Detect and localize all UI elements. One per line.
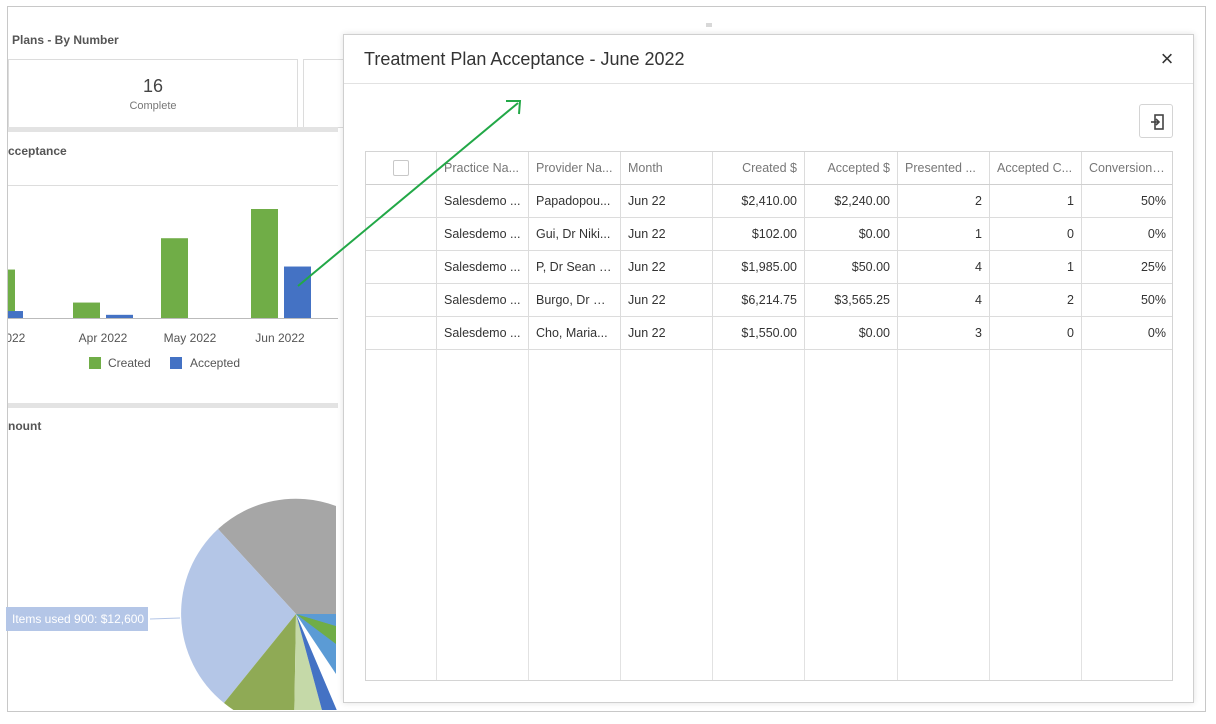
table-header-row: Practice Na... Provider Na... Month Crea… bbox=[366, 152, 1172, 185]
cell-conversion: 0% bbox=[1081, 316, 1172, 350]
table-row[interactable]: Salesdemo ... Cho, Maria... Jun 22 $1,550.0… bbox=[366, 316, 1172, 350]
cell-practice: Salesdemo ... bbox=[436, 250, 529, 284]
header-select-all[interactable] bbox=[366, 152, 437, 185]
bar-accepted-1[interactable] bbox=[106, 314, 133, 318]
x-tick-label: Apr 2022 bbox=[79, 331, 128, 345]
row-select-cell[interactable] bbox=[366, 217, 437, 251]
table-row[interactable]: Salesdemo ... Gui, Dr Niki... Jun 22 $102.0… bbox=[366, 217, 1172, 251]
header-accepted-count[interactable]: Accepted C... bbox=[989, 152, 1082, 185]
cell-month: Jun 22 bbox=[620, 250, 713, 284]
cell-provider: Gui, Dr Niki... bbox=[528, 217, 621, 251]
cell-accepted-count: 0 bbox=[989, 217, 1082, 251]
treatment-plan-modal: Treatment Plan Acceptance - June 2022 × bbox=[343, 34, 1194, 703]
cell-provider: Burgo, Dr Si... bbox=[528, 283, 621, 317]
table-row[interactable]: Salesdemo ... P, Dr Sean (... Jun 22 $1,985… bbox=[366, 250, 1172, 284]
acceptance-bar-chart: 2022 Apr 2022 May 2022 Jun 2022 bbox=[8, 185, 338, 345]
header-provider-name[interactable]: Provider Na... bbox=[528, 152, 621, 185]
close-icon[interactable]: × bbox=[1155, 47, 1179, 71]
cell-presented: 4 bbox=[897, 283, 990, 317]
cell-presented: 4 bbox=[897, 250, 990, 284]
header-month[interactable]: Month bbox=[620, 152, 713, 185]
header-created[interactable]: Created $ bbox=[712, 152, 805, 185]
legend-label-created[interactable]: Created bbox=[108, 356, 151, 370]
row-select-cell[interactable] bbox=[366, 283, 437, 317]
cell-created: $6,214.75 bbox=[712, 283, 805, 317]
modal-title: Treatment Plan Acceptance - June 2022 bbox=[364, 49, 685, 69]
cell-month: Jun 22 bbox=[620, 217, 713, 251]
row-select-cell[interactable] bbox=[366, 250, 437, 284]
header-conversion[interactable]: Conversion ... bbox=[1081, 152, 1172, 185]
header-practice-name[interactable]: Practice Na... bbox=[436, 152, 529, 185]
row-select-cell[interactable] bbox=[366, 316, 437, 350]
bar-accepted-3[interactable] bbox=[284, 266, 311, 318]
export-icon bbox=[1151, 114, 1164, 130]
cell-practice: Salesdemo ... bbox=[436, 283, 529, 317]
table-row[interactable]: Salesdemo ... Papadopou... Jun 22 $2,410.00… bbox=[366, 184, 1172, 218]
cell-created: $2,410.00 bbox=[712, 184, 805, 218]
cell-practice: Salesdemo ... bbox=[436, 316, 529, 350]
acceptance-panel-title: cceptance bbox=[8, 144, 67, 158]
x-tick-label: May 2022 bbox=[164, 331, 217, 345]
cell-conversion: 50% bbox=[1081, 184, 1172, 218]
header-presented[interactable]: Presented ... bbox=[897, 152, 990, 185]
x-tick-label: 2022 bbox=[8, 331, 26, 345]
data-table: Practice Na... Provider Na... Month Crea… bbox=[366, 152, 1172, 350]
amount-panel-title: nount bbox=[8, 419, 42, 433]
bar-created-2[interactable] bbox=[161, 238, 188, 318]
bar-created-1[interactable] bbox=[73, 302, 100, 318]
cell-month: Jun 22 bbox=[620, 316, 713, 350]
cell-provider: Cho, Maria... bbox=[528, 316, 621, 350]
cell-accepted: $3,565.25 bbox=[804, 283, 898, 317]
amount-pie-chart bbox=[150, 498, 337, 710]
cell-presented: 2 bbox=[897, 184, 990, 218]
plans-by-number-title: Plans - By Number bbox=[12, 33, 119, 47]
stat-card-complete[interactable]: 16 Complete bbox=[8, 59, 298, 128]
row-select-cell[interactable] bbox=[366, 184, 437, 218]
cell-provider: P, Dr Sean (... bbox=[528, 250, 621, 284]
panel-separator bbox=[8, 127, 338, 132]
legend-swatch-created bbox=[89, 357, 101, 369]
cell-accepted-count: 1 bbox=[989, 250, 1082, 284]
cell-provider: Papadopou... bbox=[528, 184, 621, 218]
legend-label-accepted[interactable]: Accepted bbox=[190, 356, 240, 370]
cell-practice: Salesdemo ... bbox=[436, 184, 529, 218]
cell-conversion: 50% bbox=[1081, 283, 1172, 317]
export-button[interactable] bbox=[1139, 104, 1173, 138]
x-tick-label: Jun 2022 bbox=[255, 331, 305, 345]
table-row[interactable]: Salesdemo ... Burgo, Dr Si... Jun 22 $6,214… bbox=[366, 283, 1172, 317]
legend-swatch-accepted bbox=[170, 357, 182, 369]
cell-created: $1,985.00 bbox=[712, 250, 805, 284]
cell-month: Jun 22 bbox=[620, 283, 713, 317]
pie-callout-line bbox=[150, 617, 181, 620]
bar-accepted-0[interactable] bbox=[8, 311, 23, 318]
panel-separator-2 bbox=[8, 403, 338, 408]
cell-conversion: 25% bbox=[1081, 250, 1172, 284]
cell-accepted: $0.00 bbox=[804, 316, 898, 350]
cell-presented: 3 bbox=[897, 316, 990, 350]
cell-accepted: $2,240.00 bbox=[804, 184, 898, 218]
cell-conversion: 0% bbox=[1081, 217, 1172, 251]
cell-accepted-count: 0 bbox=[989, 316, 1082, 350]
cell-created: $1,550.00 bbox=[712, 316, 805, 350]
pie-callout-label: Items used 900: $12,600 bbox=[6, 607, 148, 631]
select-all-checkbox[interactable] bbox=[393, 160, 409, 176]
modal-divider bbox=[344, 83, 1193, 84]
drag-handle-icon[interactable] bbox=[706, 23, 712, 27]
cell-practice: Salesdemo ... bbox=[436, 217, 529, 251]
stat-label: Complete bbox=[129, 100, 177, 112]
bar-created-3[interactable] bbox=[251, 209, 278, 318]
header-accepted[interactable]: Accepted $ bbox=[804, 152, 898, 185]
cell-month: Jun 22 bbox=[620, 184, 713, 218]
cell-accepted: $0.00 bbox=[804, 217, 898, 251]
bar-created-0[interactable] bbox=[8, 269, 15, 318]
stat-value: 16 bbox=[142, 76, 164, 96]
cell-created: $102.00 bbox=[712, 217, 805, 251]
cell-accepted-count: 2 bbox=[989, 283, 1082, 317]
acceptance-grid: Practice Na... Provider Na... Month Crea… bbox=[365, 151, 1173, 681]
cell-accepted: $50.00 bbox=[804, 250, 898, 284]
cell-presented: 1 bbox=[897, 217, 990, 251]
cell-accepted-count: 1 bbox=[989, 184, 1082, 218]
